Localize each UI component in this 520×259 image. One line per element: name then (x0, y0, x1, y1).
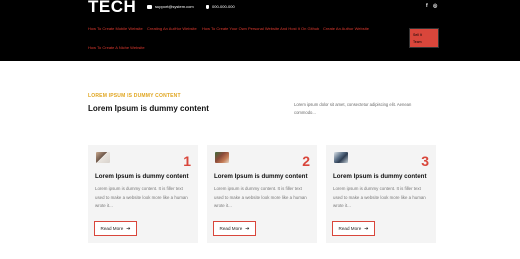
feature-card: 2 Lorem Ipsum is dummy content Lorem ips… (207, 145, 317, 243)
read-more-label: Read More (338, 226, 362, 231)
intro-title: Lorem Ipsum is dummy content (88, 104, 209, 113)
read-more-button[interactable]: Read More ➔ (213, 221, 256, 236)
contact-email[interactable]: support@system.com (147, 4, 194, 9)
read-more-label: Read More (100, 226, 124, 231)
card-title: Lorem Ipsum is dummy content (214, 173, 308, 180)
card-thumbnail-image (96, 152, 110, 163)
arrow-right-icon: ➔ (245, 225, 250, 232)
card-text: Lorem ipsum is dummy content. It is fill… (333, 186, 426, 209)
card-title: Lorem Ipsum is dummy content (95, 173, 189, 180)
card-number: 1 (183, 153, 191, 169)
card-number: 3 (421, 153, 429, 169)
feature-card: 3 Lorem Ipsum is dummy content Lorem ips… (326, 145, 436, 243)
contact-phone-text: 000-000-000 (212, 4, 235, 9)
feature-card: 1 Lorem Ipsum is dummy content Lorem ips… (88, 145, 198, 243)
read-more-button[interactable]: Read More ➔ (332, 221, 375, 236)
phone-icon (206, 4, 209, 9)
cta-line-2: Team (413, 39, 422, 44)
cta-line-1: Sell It (413, 33, 422, 37)
card-thumbnail-image (215, 152, 229, 163)
read-more-label: Read More (219, 226, 243, 231)
read-more-button[interactable]: Read More ➔ (94, 221, 137, 236)
nav-item-author-website[interactable]: Creating An AutHor Website (147, 26, 197, 31)
nav-item-mobile-website[interactable]: How To Create Mobile Website (88, 26, 143, 31)
nav-item-niche-website[interactable]: How To Create A Niche Website (88, 45, 145, 50)
facebook-icon[interactable]: f (426, 3, 428, 9)
instagram-icon[interactable]: ◎ (433, 3, 437, 9)
card-text: Lorem ipsum is dummy content. It is fill… (95, 186, 188, 209)
card-number: 2 (302, 153, 310, 169)
intro-text: Lorem ipsum dolor sit amet, consectetur … (294, 102, 412, 115)
nav-item-create-author-website[interactable]: Create An Author Website (323, 26, 369, 31)
arrow-right-icon: ➔ (126, 225, 131, 232)
card-text: Lorem ipsum is dummy content. It is fill… (214, 186, 307, 209)
contact-phone[interactable]: 000-000-000 (206, 4, 235, 9)
arrow-right-icon: ➔ (364, 225, 369, 232)
sell-it-team-button[interactable]: Sell It Team (409, 28, 439, 48)
card-thumbnail-image (334, 152, 348, 163)
site-header: TECH support@system.com 000-000-000 f ◎ … (0, 0, 520, 61)
contact-email-text: support@system.com (155, 4, 194, 9)
card-title: Lorem Ipsum is dummy content (333, 173, 427, 180)
site-logo[interactable]: TECH (88, 0, 136, 17)
nav-item-personal-website-github[interactable]: How To Create Your Own Personal Website … (202, 26, 319, 31)
envelope-icon (147, 4, 152, 9)
intro-eyebrow: LOREM IPSUM IS DUMMY CONTENT (88, 93, 181, 99)
